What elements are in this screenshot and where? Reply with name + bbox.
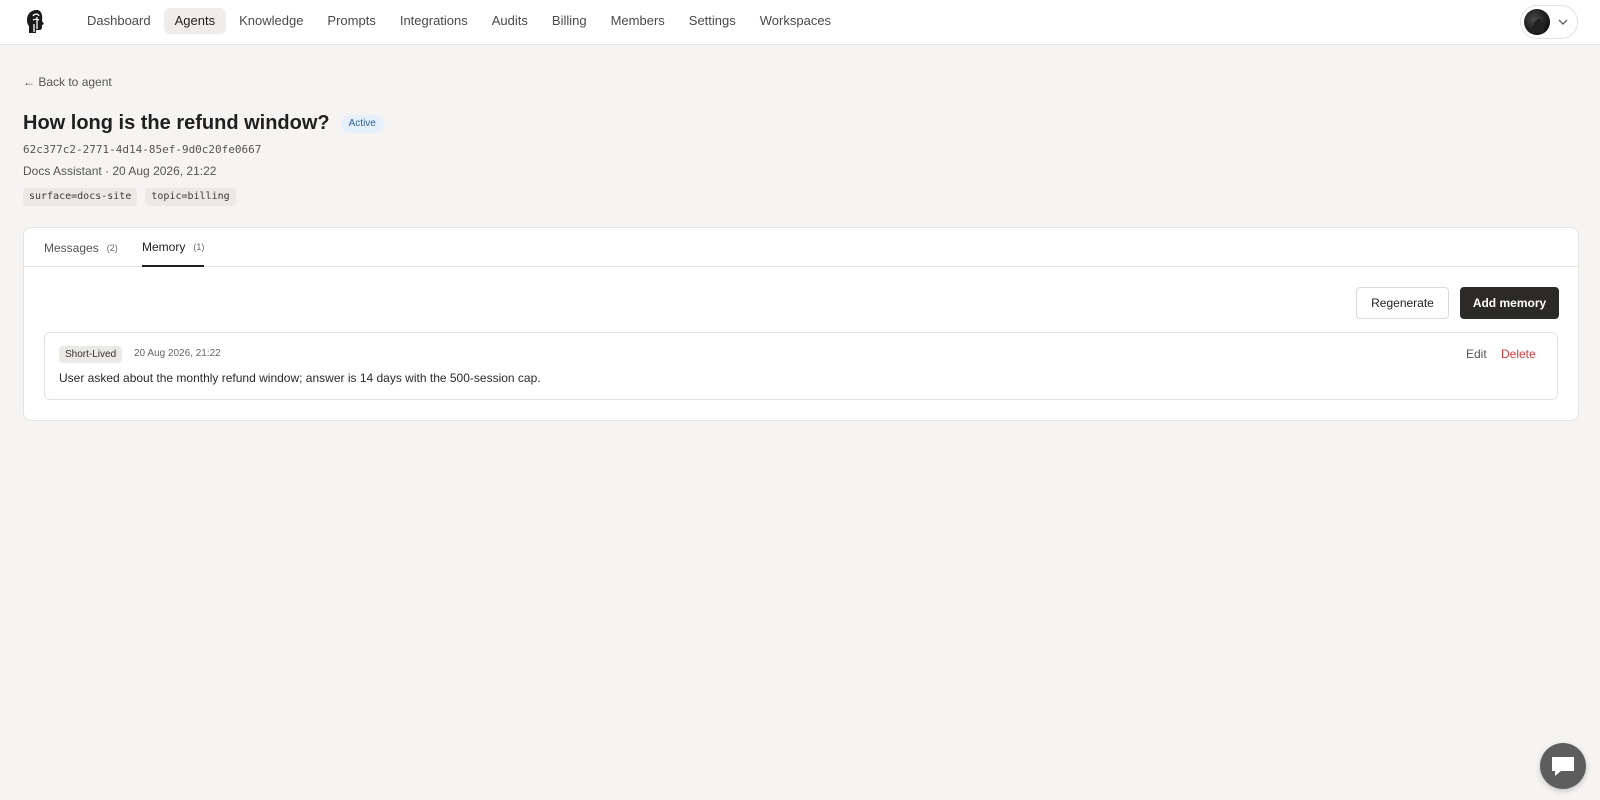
nav-item-integrations[interactable]: Integrations [389,8,479,34]
brand-logo-icon[interactable] [24,8,50,36]
add-memory-button[interactable]: Add memory [1460,287,1559,319]
nav-item-agents[interactable]: Agents [163,8,227,34]
top-navigation: Dashboard Agents Knowledge Prompts Integ… [0,0,1600,45]
tab-label: Memory [142,239,186,254]
edit-memory-button[interactable]: Edit [1466,347,1487,361]
tab-messages[interactable]: Messages (2) [44,228,118,267]
memory-type-badge: Short-Lived [59,346,123,363]
tab-count: (2) [106,242,118,253]
nav-item-members[interactable]: Members [600,8,676,34]
tab-count: (1) [193,241,205,252]
conversation-meta: Docs Assistant · 20 Aug 2026, 21:22 [23,164,217,178]
memory-date: 20 Aug 2026, 21:22 [134,348,221,359]
tab-bar: Messages (2) Memory (1) [24,228,1578,267]
tag-chip: surface=docs-site [23,188,138,206]
chat-bubble-icon [1552,757,1574,776]
nav-item-knowledge[interactable]: Knowledge [228,8,314,34]
status-badge: Active [340,114,384,133]
memory-item: Short-Lived 20 Aug 2026, 21:22 User aske… [44,332,1558,400]
back-to-agent-link[interactable]: ← Back to agent [23,75,112,89]
tab-label: Messages [44,240,99,255]
nav-item-settings[interactable]: Settings [678,8,747,34]
nav-item-prompts[interactable]: Prompts [316,8,386,34]
nav-item-dashboard[interactable]: Dashboard [76,8,162,34]
nav-item-audits[interactable]: Audits [481,8,539,34]
tag-list: surface=docs-site topic=billing [23,188,236,206]
tab-memory[interactable]: Memory (1) [142,228,205,267]
avatar [1524,9,1550,35]
tag-chip: topic=billing [145,188,236,206]
nav-item-billing[interactable]: Billing [541,8,598,34]
user-menu-button[interactable] [1520,5,1578,39]
delete-memory-button[interactable]: Delete [1501,347,1536,361]
conversation-card: Messages (2) Memory (1) Regenerate Add m… [23,227,1579,421]
main-nav: Dashboard Agents Knowledge Prompts Integ… [76,8,844,34]
conversation-id: 62c377c2-2771-4d14-85ef-9d0c20fe0667 [23,143,262,156]
chat-support-button[interactable] [1540,743,1586,789]
chevron-down-icon [1558,19,1568,25]
memory-text: User asked about the monthly refund wind… [59,371,541,385]
page-title: How long is the refund window? [23,112,330,134]
title-row: How long is the refund window? Active [23,112,384,135]
nav-item-workspaces[interactable]: Workspaces [749,8,842,34]
regenerate-button[interactable]: Regenerate [1356,287,1449,319]
